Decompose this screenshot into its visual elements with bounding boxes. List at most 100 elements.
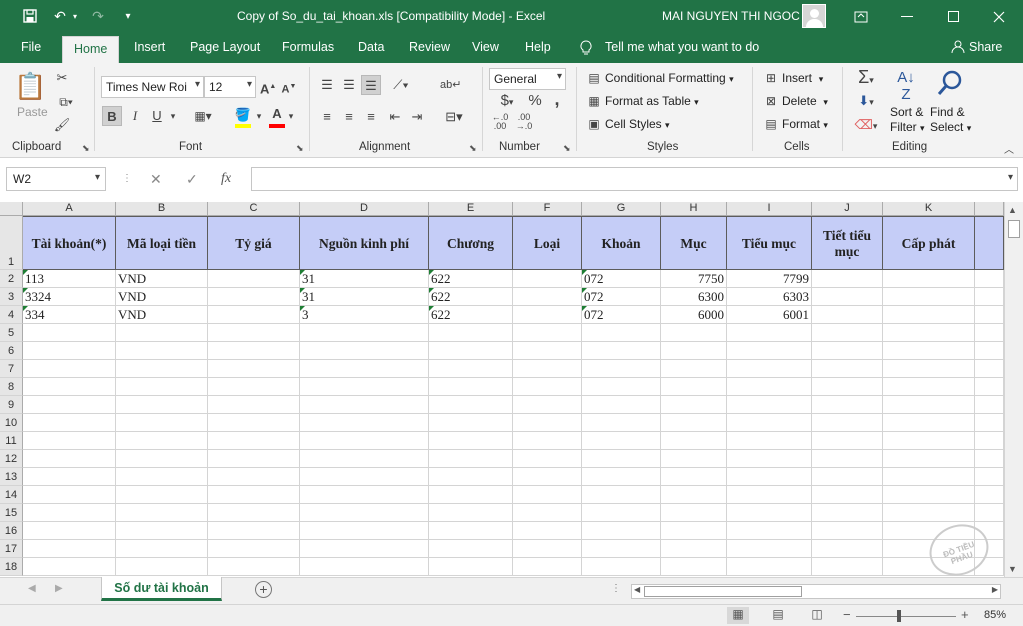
top-align-icon[interactable]: ☰ xyxy=(318,75,336,95)
cell[interactable] xyxy=(727,540,812,558)
select-all-corner[interactable] xyxy=(0,202,23,216)
cell[interactable] xyxy=(975,288,1004,306)
enter-icon[interactable]: ✓ xyxy=(186,171,198,188)
cell[interactable]: 622 xyxy=(429,306,513,324)
cell[interactable] xyxy=(208,414,300,432)
cell[interactable] xyxy=(883,450,975,468)
cell[interactable] xyxy=(208,306,300,324)
row-header[interactable]: 2 xyxy=(0,270,23,288)
cell[interactable] xyxy=(812,360,883,378)
cell[interactable] xyxy=(727,378,812,396)
cell[interactable]: VND xyxy=(116,288,208,306)
cell[interactable] xyxy=(727,414,812,432)
cell[interactable] xyxy=(208,540,300,558)
cell[interactable] xyxy=(883,342,975,360)
cell[interactable] xyxy=(208,324,300,342)
row-header[interactable]: 12 xyxy=(0,450,23,468)
cell[interactable] xyxy=(975,360,1004,378)
cell[interactable] xyxy=(727,468,812,486)
column-header[interactable]: H xyxy=(661,202,727,216)
undo-dropdown-icon[interactable]: ▾ xyxy=(70,6,80,26)
cell[interactable] xyxy=(812,450,883,468)
cell[interactable] xyxy=(300,450,429,468)
cell[interactable] xyxy=(208,558,300,576)
new-sheet-icon[interactable]: + xyxy=(255,581,272,598)
cell[interactable] xyxy=(116,324,208,342)
decrease-indent-icon[interactable]: ⇤ xyxy=(386,107,404,127)
row-header[interactable]: 17 xyxy=(0,540,23,558)
cell[interactable] xyxy=(300,396,429,414)
cell[interactable] xyxy=(582,414,661,432)
cell[interactable]: 072 xyxy=(582,306,661,324)
font-name-select[interactable]: Times New Roi ▾ xyxy=(101,76,204,98)
cell[interactable] xyxy=(513,486,582,504)
font-color-icon[interactable]: A xyxy=(268,104,286,124)
cell[interactable] xyxy=(513,414,582,432)
column-header[interactable]: K xyxy=(883,202,975,216)
cell[interactable]: 6000 xyxy=(661,306,727,324)
cell[interactable] xyxy=(812,324,883,342)
cell[interactable] xyxy=(582,558,661,576)
cell[interactable] xyxy=(812,306,883,324)
cell[interactable] xyxy=(975,468,1004,486)
cell[interactable] xyxy=(661,396,727,414)
bottom-align-icon[interactable]: ☰ xyxy=(361,75,381,95)
currency-button[interactable]: $▾ xyxy=(494,91,520,111)
tab-data[interactable]: Data xyxy=(358,40,384,54)
cell[interactable] xyxy=(812,378,883,396)
zoom-slider-thumb[interactable] xyxy=(897,610,901,622)
cell[interactable] xyxy=(116,558,208,576)
zoom-in-icon[interactable]: + xyxy=(961,607,969,622)
row-header[interactable]: 4 xyxy=(0,306,23,324)
clear-icon[interactable]: ⌫▾ xyxy=(852,115,880,135)
format-cells-button[interactable]: Format ▾ xyxy=(782,117,828,131)
percent-button[interactable]: % xyxy=(526,91,544,111)
row-header[interactable]: 6 xyxy=(0,342,23,360)
header-cell[interactable]: Cấp phát xyxy=(883,216,975,270)
cell[interactable] xyxy=(23,396,116,414)
cell-styles-button[interactable]: Cell Styles ▾ xyxy=(605,117,670,131)
cell[interactable] xyxy=(661,522,727,540)
increase-font-icon[interactable]: A▲ xyxy=(260,77,276,97)
cell[interactable] xyxy=(429,504,513,522)
cell[interactable] xyxy=(23,450,116,468)
cell[interactable] xyxy=(812,432,883,450)
cell[interactable] xyxy=(975,306,1004,324)
cell[interactable] xyxy=(582,450,661,468)
cell[interactable] xyxy=(975,432,1004,450)
cell[interactable] xyxy=(727,342,812,360)
cell[interactable] xyxy=(661,324,727,342)
align-right-icon[interactable]: ≡ xyxy=(362,107,380,127)
cell[interactable] xyxy=(661,414,727,432)
header-cell[interactable]: Tiết tiểu mục xyxy=(812,216,883,270)
cell[interactable] xyxy=(883,360,975,378)
cell[interactable] xyxy=(812,270,883,288)
cell[interactable]: 3324 xyxy=(23,288,116,306)
cell[interactable] xyxy=(582,360,661,378)
cell[interactable] xyxy=(513,522,582,540)
row-header[interactable]: 5 xyxy=(0,324,23,342)
cell[interactable] xyxy=(883,306,975,324)
cell[interactable] xyxy=(513,540,582,558)
cell[interactable]: 072 xyxy=(582,288,661,306)
cell[interactable] xyxy=(513,360,582,378)
header-cell[interactable]: Tiểu mục xyxy=(727,216,812,270)
paste-icon[interactable]: 📋 xyxy=(14,69,46,103)
cell[interactable] xyxy=(208,288,300,306)
cell[interactable] xyxy=(812,522,883,540)
underline-button[interactable]: U xyxy=(148,106,166,126)
cell[interactable] xyxy=(727,360,812,378)
cell[interactable] xyxy=(300,558,429,576)
cell[interactable] xyxy=(429,468,513,486)
row-header[interactable]: 1 xyxy=(0,216,23,270)
tab-home[interactable]: Home xyxy=(62,36,120,63)
maximize-icon[interactable] xyxy=(930,0,976,33)
cell[interactable]: 072 xyxy=(582,270,661,288)
cell[interactable]: 31 xyxy=(300,288,429,306)
cell[interactable] xyxy=(429,432,513,450)
borders-icon[interactable]: ▦▾ xyxy=(190,106,216,126)
cell[interactable] xyxy=(429,360,513,378)
cell[interactable] xyxy=(429,450,513,468)
cell[interactable] xyxy=(975,486,1004,504)
cell[interactable] xyxy=(661,360,727,378)
